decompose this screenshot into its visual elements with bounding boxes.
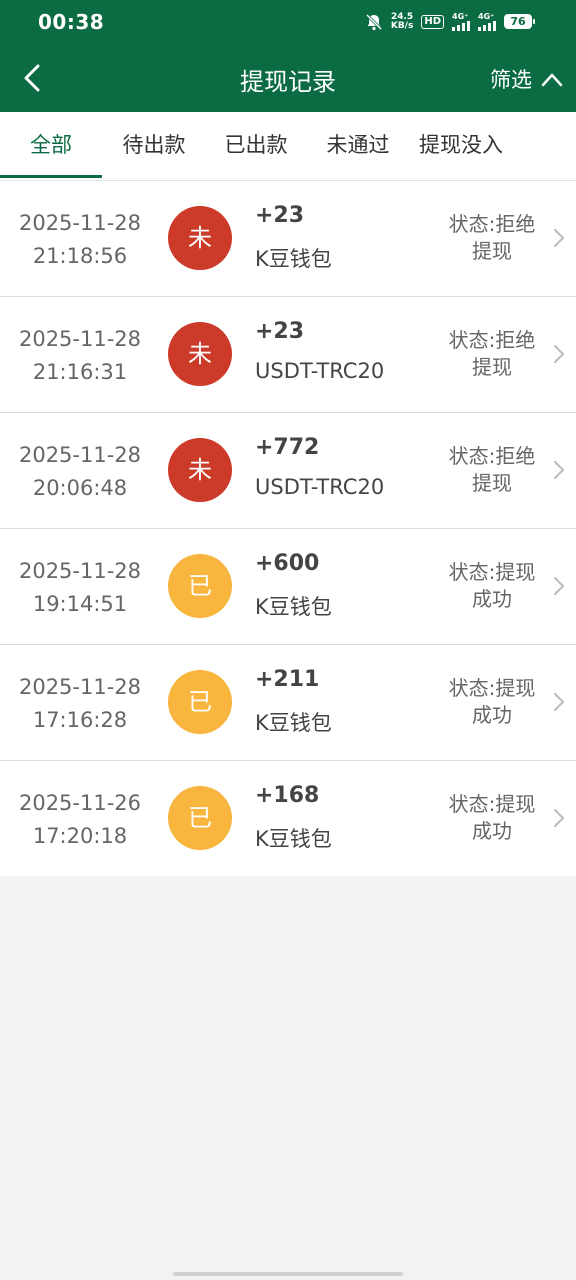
record-status: 状态:提现 成功 xyxy=(448,560,536,611)
record-time: 21:16:31 xyxy=(32,360,128,384)
signal-sim1-icon: 4G⁺ xyxy=(452,12,470,31)
record-datetime: 2025-11-28 17:16:28 xyxy=(15,671,145,737)
record-time: 21:18:56 xyxy=(32,244,128,268)
record-status: 状态:拒绝 提现 xyxy=(448,212,536,263)
tab-not-credited[interactable]: 提现没入 xyxy=(410,112,512,180)
record-row[interactable]: 2025-11-28 21:18:56 未 +23 K豆钱包 状态:拒绝 提现 xyxy=(0,181,576,297)
active-tab-indicator xyxy=(0,175,102,178)
record-amount: +772 xyxy=(255,435,320,460)
chevron-right-icon xyxy=(554,693,564,711)
network-speed: 24.5 KB/s xyxy=(390,11,414,31)
chevron-right-icon xyxy=(554,809,564,827)
record-amount: +211 xyxy=(255,667,320,692)
chevron-right-icon xyxy=(554,345,564,363)
status-time: 00:38 xyxy=(38,10,105,34)
record-status: 状态:拒绝 提现 xyxy=(448,328,536,379)
record-row[interactable]: 2025-11-26 17:20:18 已 +168 K豆钱包 状态:提现 成功 xyxy=(0,761,576,876)
record-datetime: 2025-11-28 21:18:56 xyxy=(15,207,145,273)
status-badge: 未 xyxy=(168,438,232,502)
record-date: 2025-11-28 xyxy=(18,327,142,351)
status-bar: 00:38 24.5 KB/s HD 4G⁺ 4G⁺ 76 xyxy=(0,0,576,44)
tab-rejected[interactable]: 未通过 xyxy=(308,112,408,180)
record-amount: +23 xyxy=(255,203,305,228)
record-status: 状态:拒绝 提现 xyxy=(448,444,536,495)
battery-icon: 76 xyxy=(504,14,535,29)
tab-pending-payout[interactable]: 待出款 xyxy=(104,112,204,180)
record-amount: +168 xyxy=(255,783,320,808)
filter-button[interactable]: 筛选 xyxy=(490,64,564,94)
record-amount: +600 xyxy=(255,551,320,576)
record-datetime: 2025-11-28 20:06:48 xyxy=(15,439,145,505)
chevron-right-icon xyxy=(554,577,564,595)
record-time: 19:14:51 xyxy=(32,592,128,616)
record-method: USDT-TRC20 xyxy=(255,475,385,499)
record-method: K豆钱包 xyxy=(255,711,332,735)
status-badge: 已 xyxy=(168,786,232,850)
tab-all[interactable]: 全部 xyxy=(0,112,102,180)
record-method: USDT-TRC20 xyxy=(255,359,385,383)
record-amount: +23 xyxy=(255,319,305,344)
status-badge: 未 xyxy=(168,206,232,270)
status-icons: 24.5 KB/s HD 4G⁺ 4G⁺ 76 xyxy=(365,11,535,31)
status-badge: 未 xyxy=(168,322,232,386)
signal-sim2-icon: 4G⁺ xyxy=(478,12,496,31)
record-datetime: 2025-11-28 19:14:51 xyxy=(15,555,145,621)
chevron-right-icon xyxy=(554,229,564,247)
tab-bar: 全部 待出款 已出款 未通过 提现没入 xyxy=(0,112,576,181)
hd-voice-icon: HD xyxy=(421,14,444,29)
record-method: K豆钱包 xyxy=(255,827,332,851)
chevron-up-icon xyxy=(541,73,563,87)
record-date: 2025-11-28 xyxy=(18,443,142,467)
record-method: K豆钱包 xyxy=(255,247,332,271)
record-datetime: 2025-11-26 17:20:18 xyxy=(15,787,145,853)
home-indicator[interactable] xyxy=(173,1272,403,1276)
record-row[interactable]: 2025-11-28 17:16:28 已 +211 K豆钱包 状态:提现 成功 xyxy=(0,645,576,761)
record-method: K豆钱包 xyxy=(255,595,332,619)
record-time: 17:20:18 xyxy=(32,824,128,848)
chevron-right-icon xyxy=(554,461,564,479)
record-time: 17:16:28 xyxy=(32,708,128,732)
record-row[interactable]: 2025-11-28 21:16:31 未 +23 USDT-TRC20 状态:… xyxy=(0,297,576,413)
record-time: 20:06:48 xyxy=(32,476,128,500)
record-status: 状态:提现 成功 xyxy=(448,676,536,727)
record-date: 2025-11-28 xyxy=(18,559,142,583)
record-row[interactable]: 2025-11-28 20:06:48 未 +772 USDT-TRC20 状态… xyxy=(0,413,576,529)
filter-label: 筛选 xyxy=(490,68,532,92)
record-date: 2025-11-28 xyxy=(18,211,142,235)
mute-icon xyxy=(365,13,383,31)
record-status: 状态:提现 成功 xyxy=(448,792,536,843)
app-header: 提现记录 筛选 xyxy=(0,44,576,112)
record-date: 2025-11-28 xyxy=(18,675,142,699)
record-row[interactable]: 2025-11-28 19:14:51 已 +600 K豆钱包 状态:提现 成功 xyxy=(0,529,576,645)
withdrawal-record-list: 2025-11-28 21:18:56 未 +23 K豆钱包 状态:拒绝 提现 … xyxy=(0,181,576,876)
tab-paid-out[interactable]: 已出款 xyxy=(206,112,306,180)
status-badge: 已 xyxy=(168,554,232,618)
record-datetime: 2025-11-28 21:16:31 xyxy=(15,323,145,389)
status-badge: 已 xyxy=(168,670,232,734)
record-date: 2025-11-26 xyxy=(18,791,142,815)
